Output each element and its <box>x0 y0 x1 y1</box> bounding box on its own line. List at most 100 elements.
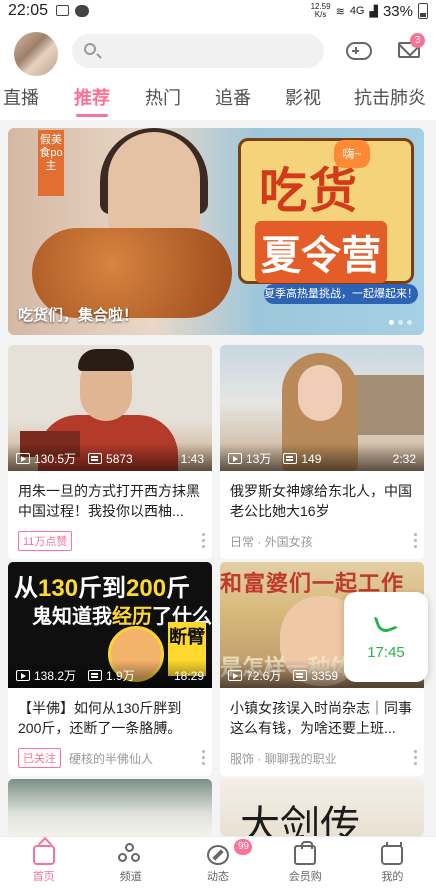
video-card[interactable]: 130.5万 5873 1:43 用朱一旦的方式打开西方抹黑中国过程！我投你以西… <box>8 345 212 559</box>
more-options-icon[interactable] <box>202 750 206 766</box>
video-category: 日常 · 外国女孩 <box>230 534 313 549</box>
call-time: 17:45 <box>367 644 405 661</box>
danmaku-count: 5873 <box>106 451 133 466</box>
video-stats: 13万 149 2:32 <box>228 450 416 467</box>
play-count-icon <box>228 453 242 464</box>
video-title[interactable]: 小镇女孩误入时尚杂志｜同事这么有钱，为啥还要上班... <box>220 688 424 740</box>
video-duration: 2:32 <box>392 451 416 466</box>
banner-speech-bubble: 嗨~ <box>334 140 370 168</box>
search-icon <box>84 43 96 55</box>
more-options-icon[interactable] <box>202 533 206 549</box>
battery-percent: 33% <box>382 2 413 20</box>
message-badge: 3 <box>410 33 425 48</box>
view-count: 130.5万 <box>34 452 77 466</box>
dynamic-badge: 99 <box>234 839 253 855</box>
pagination-dot <box>398 320 403 325</box>
uploader-name[interactable]: 硬核的半佛仙人 <box>69 750 153 767</box>
tab-hot[interactable]: 热门 <box>144 80 182 120</box>
tab-movies[interactable]: 影视 <box>284 80 322 120</box>
dynamic-icon <box>207 845 229 865</box>
thumbnail-headline: 从130斤到200斤 <box>14 575 191 602</box>
wifi-icon: ≋ <box>335 5 345 18</box>
video-title[interactable]: 【半佛】如何从130斤胖到200斤，还断了一条胳膊。 <box>8 688 212 740</box>
video-footer: 11万点赞 <box>8 523 212 559</box>
play-count-icon <box>16 453 30 464</box>
nav-channel[interactable]: 频道 <box>87 837 174 888</box>
video-thumbnail[interactable] <box>8 779 212 836</box>
video-stats: 138.2万 1.9万 18:29 <box>16 667 204 684</box>
banner-pagination <box>389 320 412 325</box>
category-tabs: 直播 推荐 热门 追番 影视 抗击肺炎 <box>0 80 436 120</box>
video-thumbnail[interactable]: 13万 149 2:32 <box>220 345 424 471</box>
danmaku-icon <box>88 453 103 464</box>
video-stats: 130.5万 5873 1:43 <box>16 450 204 467</box>
tab-anti-pneumonia[interactable]: 抗击肺炎 <box>354 80 426 120</box>
video-thumbnail[interactable]: 130.5万 5873 1:43 <box>8 345 212 471</box>
play-count-icon <box>16 670 30 681</box>
banner-tag: 假美食po主 <box>38 130 64 196</box>
status-time: 22:05 <box>8 2 49 19</box>
video-category: 服饰 · 聊聊我的职业 <box>230 751 337 766</box>
video-card[interactable]: 13万 149 2:32 俄罗斯女神嫁给东北人，中国老公比她大16岁 日常 · … <box>220 345 424 559</box>
network-speed: 12.59 K/s <box>310 2 331 19</box>
signal-icon: ▟ <box>369 5 378 18</box>
view-count: 13万 <box>246 452 272 466</box>
video-title[interactable]: 俄罗斯女神嫁给东北人，中国老公比她大16岁 <box>220 471 424 523</box>
danmaku-icon <box>88 670 103 681</box>
search-bar[interactable] <box>72 34 324 68</box>
danmaku-count: 1.9万 <box>106 669 135 683</box>
more-options-icon[interactable] <box>414 750 418 766</box>
tab-live[interactable]: 直播 <box>2 80 40 120</box>
video-title[interactable]: 用朱一旦的方式打开西方抹黑中国过程！我投你以西柚... <box>8 471 212 523</box>
video-footer: 已关注 硬核的半佛仙人 <box>8 740 212 776</box>
like-badge: 11万点赞 <box>18 531 73 551</box>
shop-icon <box>294 841 317 865</box>
bottom-navigation: 首页 频道 动态 99 会员购 我的 <box>0 836 436 888</box>
gallery-notification-icon <box>56 5 70 16</box>
video-card[interactable] <box>8 779 212 836</box>
battery-icon <box>418 3 428 19</box>
danmaku-icon <box>293 670 308 681</box>
video-card[interactable]: 从130斤到200斤 鬼知道我经历了什么 断臂 138.2万 1.9万 18:2… <box>8 562 212 776</box>
pagination-dot <box>407 320 412 325</box>
nav-dynamic[interactable]: 动态 99 <box>174 837 261 888</box>
video-card[interactable]: 大剑传 <box>220 779 424 836</box>
banner-caption: 吃货们，集合啦！ <box>18 307 139 324</box>
tab-recommend[interactable]: 推荐 <box>72 80 112 120</box>
nav-home[interactable]: 首页 <box>0 837 87 888</box>
video-footer: 日常 · 外国女孩 <box>220 523 424 559</box>
danmaku-icon <box>283 453 298 464</box>
channel-icon <box>117 843 142 865</box>
banner-title-line2: 夏令营 <box>255 221 387 283</box>
view-count: 138.2万 <box>34 669 77 683</box>
status-bar: 22:05 12.59 K/s ≋ 4G ▟ 33% <box>0 0 436 22</box>
more-options-icon[interactable] <box>414 533 418 549</box>
user-avatar[interactable] <box>14 32 58 76</box>
home-icon <box>32 845 55 865</box>
ongoing-call-widget[interactable]: 17:45 <box>344 592 428 682</box>
wechat-notification-icon <box>75 5 90 17</box>
promo-banner[interactable]: 假美食po主 吃货 夏令营 嗨~ 夏季高热量挑战，一起爆起来！ 吃货们，集合啦！ <box>8 128 424 335</box>
nav-shop[interactable]: 会员购 <box>262 837 349 888</box>
nav-mine[interactable]: 我的 <box>349 837 436 888</box>
banner-subtitle: 夏季高热量挑战，一起爆起来！ <box>264 284 418 304</box>
video-duration: 1:43 <box>180 451 204 466</box>
game-center-icon[interactable] <box>346 42 372 60</box>
followed-badge: 已关注 <box>18 748 61 768</box>
thumbnail-calligraphy: 大剑传 <box>240 803 360 836</box>
top-header: 3 <box>0 22 436 80</box>
tab-bangumi[interactable]: 追番 <box>214 80 252 120</box>
network-type: 4G <box>349 5 365 17</box>
mine-icon <box>381 842 404 865</box>
danmaku-count: 149 <box>301 451 322 466</box>
danmaku-count: 3359 <box>311 668 339 683</box>
pagination-dot <box>389 320 394 325</box>
banner-title-box: 吃货 夏令营 <box>238 138 414 284</box>
video-thumbnail[interactable]: 从130斤到200斤 鬼知道我经历了什么 断臂 138.2万 1.9万 18:2… <box>8 562 212 688</box>
phone-icon <box>373 609 399 635</box>
video-footer: 服饰 · 聊聊我的职业 <box>220 740 424 776</box>
video-thumbnail[interactable]: 大剑传 <box>220 779 424 836</box>
video-duration: 18:29 <box>173 668 204 683</box>
play-count-icon <box>228 670 242 681</box>
view-count: 72.6万 <box>246 669 282 683</box>
